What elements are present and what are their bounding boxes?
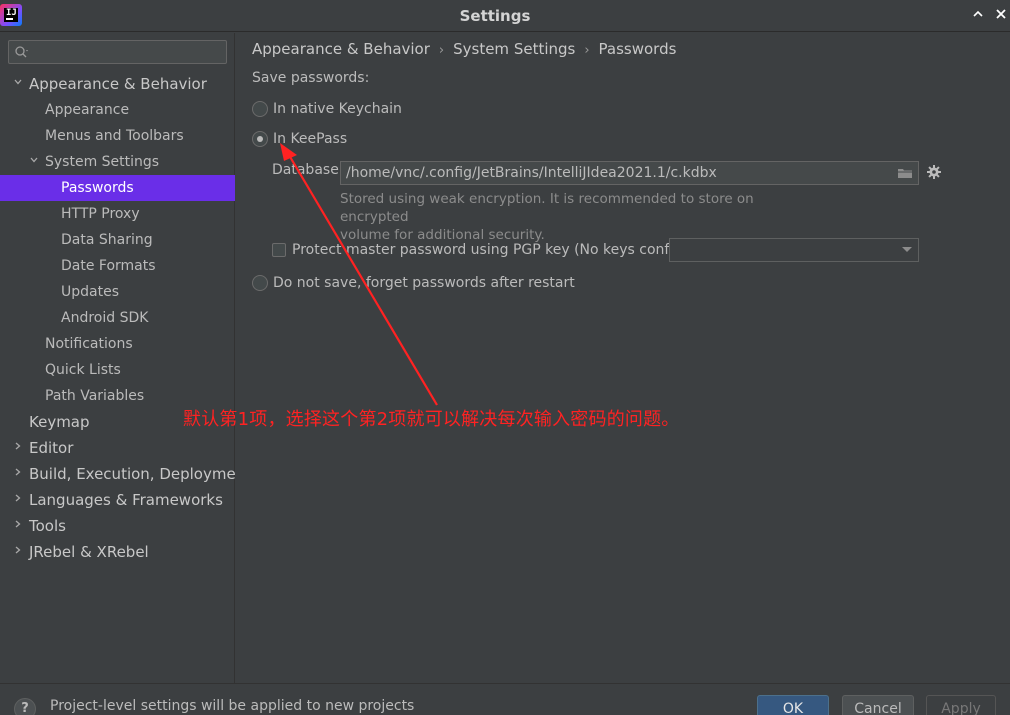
breadcrumb-item[interactable]: System Settings — [453, 40, 575, 58]
chevron-right-icon[interactable] — [12, 513, 24, 539]
sidebar-item[interactable]: Date Formats — [0, 253, 235, 279]
chevron-right-icon[interactable] — [12, 435, 24, 461]
sidebar-item-label: Path Variables — [45, 388, 145, 404]
sidebar-item[interactable]: Passwords — [0, 175, 235, 201]
sidebar-item[interactable]: Build, Execution, Deploymen — [0, 461, 235, 487]
chevron-right-icon[interactable] — [12, 461, 24, 487]
sidebar-item-label: Menus and Toolbars — [45, 128, 184, 144]
ok-button[interactable]: OK — [757, 695, 829, 715]
sidebar-item-label: Date Formats — [61, 258, 156, 274]
search-input[interactable] — [33, 43, 223, 61]
search-icon — [14, 45, 28, 59]
sidebar-item[interactable]: Notifications — [0, 331, 235, 357]
radio-button[interactable] — [252, 275, 268, 291]
sidebar-item[interactable]: Appearance & Behavior — [0, 71, 235, 97]
encryption-hint: Stored using weak encryption. It is reco… — [340, 190, 810, 244]
sidebar-item[interactable]: HTTP Proxy — [0, 201, 235, 227]
folder-icon[interactable] — [897, 166, 913, 180]
sidebar-item[interactable]: Data Sharing — [0, 227, 235, 253]
chevron-down-icon — [902, 247, 912, 252]
database-path-input[interactable] — [346, 164, 886, 182]
sidebar-item[interactable]: Editor — [0, 435, 235, 461]
sidebar-item-label: Keymap — [29, 413, 90, 431]
window-title: Settings — [459, 7, 531, 25]
dialog-footer: ? Project-level settings will be applied… — [0, 683, 1010, 715]
sidebar-item-label: Data Sharing — [61, 232, 153, 248]
radio-label: In native Keychain — [273, 101, 402, 117]
sidebar-item-label: JRebel & XRebel — [29, 543, 149, 561]
chevron-right-icon[interactable] — [12, 487, 24, 513]
gear-icon[interactable] — [926, 164, 942, 180]
hint-line: Stored using weak encryption. It is reco… — [340, 191, 754, 225]
sidebar-item-label: System Settings — [45, 154, 160, 170]
apply-button[interactable]: Apply — [926, 695, 996, 715]
sidebar-item[interactable]: Updates — [0, 279, 235, 305]
radio-button[interactable] — [252, 131, 268, 147]
database-path-field[interactable] — [340, 161, 919, 185]
radio-button[interactable] — [252, 101, 268, 117]
save-passwords-label: Save passwords: — [252, 70, 370, 86]
breadcrumb-item: Passwords — [598, 40, 677, 58]
sidebar-item-label: Editor — [29, 439, 74, 457]
sidebar-item[interactable]: Languages & Frameworks — [0, 487, 235, 513]
chevron-down-icon[interactable] — [12, 71, 24, 97]
breadcrumb-separator: › — [584, 43, 590, 58]
annotation-text: 默认第1项，选择这个第2项就可以解决每次输入密码的问题。 — [183, 409, 680, 430]
radio-label: Do not save, forget passwords after rest… — [273, 275, 575, 291]
sidebar-item[interactable]: Android SDK — [0, 305, 235, 331]
sidebar-item-label: Appearance & Behavior — [29, 75, 207, 93]
settings-sidebar: Appearance & Behavior Appearance Menus and… — [0, 33, 235, 683]
sidebar-item-label: Android SDK — [61, 310, 149, 326]
footer-info-text: Project-level settings will be applied t… — [50, 698, 415, 714]
breadcrumb-separator: › — [438, 43, 445, 58]
title-bar: IJ Settings — [0, 0, 1010, 32]
sidebar-item-label: Tools — [29, 517, 66, 535]
sidebar-item-label: Appearance — [45, 102, 130, 118]
sidebar-item[interactable]: Menus and Toolbars — [0, 123, 235, 149]
pgp-key-select[interactable] — [669, 238, 919, 262]
maximize-icon[interactable] — [970, 7, 986, 25]
pgp-label: Protect master password using PGP key (N… — [292, 242, 720, 258]
breadcrumb: Appearance & Behavior › System Settings › Pa… — [252, 38, 676, 60]
chevron-down-icon[interactable] — [28, 149, 40, 175]
sidebar-item-label: HTTP Proxy — [61, 206, 140, 222]
sidebar-item-label: Languages & Frameworks — [29, 491, 223, 509]
sidebar-item-label: Notifications — [45, 336, 133, 352]
sidebar-item[interactable]: Quick Lists — [0, 357, 235, 383]
breadcrumb-item[interactable]: Appearance & Behavior — [252, 40, 430, 58]
sidebar-item[interactable]: System Settings — [0, 149, 235, 175]
sidebar-item[interactable]: Tools — [0, 513, 235, 539]
close-icon[interactable] — [993, 7, 1009, 25]
pgp-checkbox[interactable] — [272, 243, 286, 257]
sidebar-item-label: Passwords — [61, 180, 134, 196]
database-label: Database: — [272, 162, 344, 178]
sidebar-item[interactable]: Appearance — [0, 97, 235, 123]
help-button[interactable]: ? — [14, 698, 36, 715]
passwords-panel: Appearance & Behavior › System Settings › Pa… — [236, 33, 1010, 683]
sidebar-item-label: Quick Lists — [45, 362, 121, 378]
chevron-right-icon[interactable] — [12, 539, 24, 565]
settings-search[interactable] — [8, 40, 227, 64]
sidebar-item[interactable]: JRebel & XRebel — [0, 539, 235, 565]
cancel-button[interactable]: Cancel — [842, 695, 914, 715]
radio-label: In KeePass — [273, 131, 348, 147]
sidebar-item-label: Build, Execution, Deploymen — [29, 465, 235, 483]
sidebar-item-label: Updates — [61, 284, 119, 300]
